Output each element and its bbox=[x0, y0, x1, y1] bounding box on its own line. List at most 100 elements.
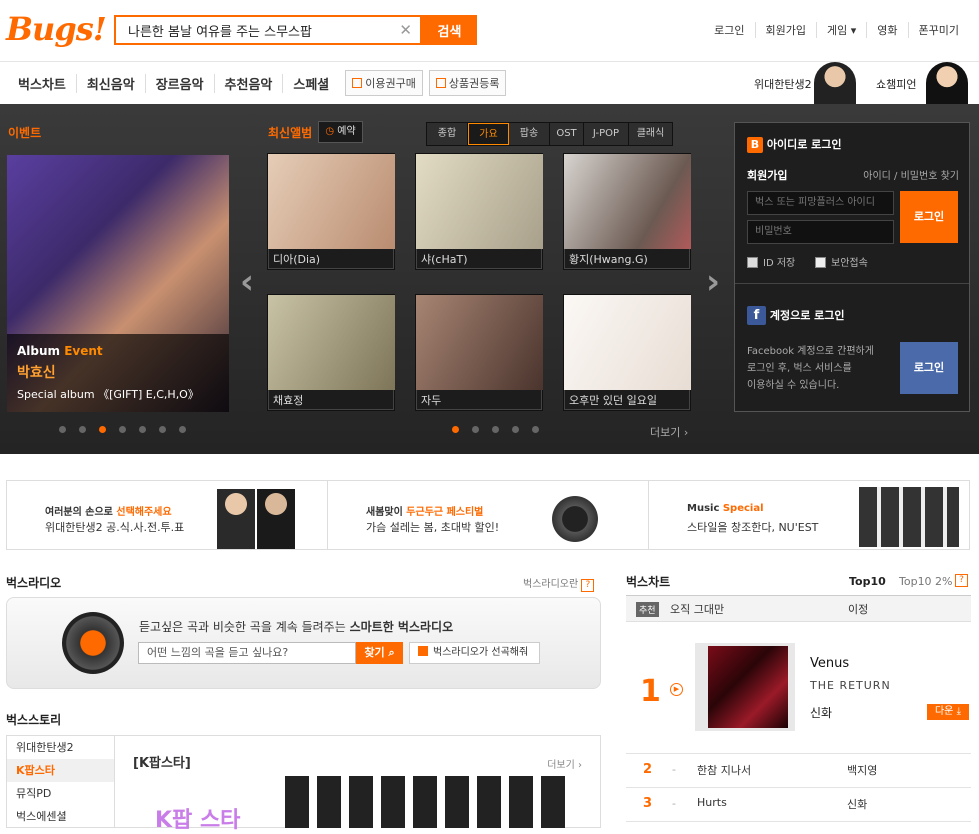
util-nav: 로그인 회원가입 게임 ▾ 영화 폰꾸미기 bbox=[704, 22, 969, 38]
recommend-song[interactable]: 오직 그대만 bbox=[670, 601, 724, 617]
search-button[interactable]: 검색 bbox=[422, 15, 477, 45]
buy-pass-label: 이용권구매 bbox=[365, 77, 416, 90]
page-dot[interactable] bbox=[139, 426, 146, 433]
bugs-logo[interactable]: Bugs! bbox=[6, 10, 107, 48]
chart-artist[interactable]: 신화 bbox=[847, 796, 867, 812]
gift-card-button[interactable]: 상품권등록 bbox=[428, 70, 507, 96]
download-button[interactable]: 다운 ⤓ bbox=[927, 704, 969, 720]
album-card[interactable]: 샤(cHaT) bbox=[415, 153, 543, 270]
movie-link[interactable]: 영화 bbox=[866, 22, 907, 38]
help-icon[interactable]: ? bbox=[955, 574, 968, 587]
password-input[interactable]: 비밀번호 bbox=[747, 220, 894, 244]
phone-deco-link[interactable]: 폰꾸미기 bbox=[907, 22, 969, 38]
album-card[interactable]: 오후만 있던 일요일 bbox=[563, 294, 691, 411]
chart-recommend-row[interactable]: 추천 오직 그대만 이정 bbox=[626, 595, 971, 622]
album-card[interactable]: 채효정 bbox=[267, 294, 395, 411]
nav-bugs-chart[interactable]: 벅스차트 bbox=[8, 73, 77, 93]
event-banner[interactable]: Album Event 박효신 Special album 《[GIFT] E,… bbox=[7, 155, 229, 412]
event-caption: Album Event 박효신 Special album 《[GIFT] E,… bbox=[7, 334, 229, 412]
promo-label-2[interactable]: 쇼챔피언 bbox=[876, 76, 916, 92]
page-dot[interactable] bbox=[179, 426, 186, 433]
chart-rank: 2 bbox=[643, 762, 653, 777]
album-card[interactable]: 자두 bbox=[415, 294, 543, 411]
login-link[interactable]: 로그인 bbox=[704, 22, 754, 38]
chart-tab-top10-2[interactable]: Top10 2% bbox=[899, 575, 953, 588]
kpopstar-banner-text: K팝 스타 bbox=[155, 808, 241, 833]
page-dot[interactable] bbox=[59, 426, 66, 433]
chart-first-song[interactable]: Venus bbox=[810, 656, 849, 671]
story-menu-item[interactable]: 위대한탄생2 bbox=[7, 736, 114, 759]
page-dot-active[interactable] bbox=[452, 426, 459, 433]
facebook-login-button[interactable]: 로그인 bbox=[900, 342, 958, 394]
chart-tab-top10[interactable]: Top10 bbox=[849, 575, 886, 588]
clear-icon[interactable]: ✕ bbox=[399, 21, 412, 39]
page-dot[interactable] bbox=[119, 426, 126, 433]
page-dot-active[interactable] bbox=[99, 426, 106, 433]
tab-pop[interactable]: 팝송 bbox=[509, 123, 550, 145]
signup-link[interactable]: 회원가입 bbox=[747, 167, 787, 183]
album-card[interactable]: 황지(Hwang.G) bbox=[563, 153, 691, 270]
chart-artist[interactable]: 백지영 bbox=[847, 762, 877, 778]
radio-search-input[interactable]: 어떤 느낌의 곡을 듣고 싶나요? bbox=[138, 642, 356, 664]
chart-first-artist[interactable]: 신화 bbox=[810, 704, 832, 721]
find-account-link[interactable]: 아이디 / 비밀번호 찾기 bbox=[863, 167, 959, 182]
tab-ost[interactable]: OST bbox=[550, 123, 584, 145]
chart-row[interactable]: 2 - 한참 지나서 백지영 bbox=[626, 754, 971, 787]
tab-kpop[interactable]: 가요 bbox=[468, 123, 509, 145]
recommend-artist[interactable]: 이정 bbox=[848, 601, 868, 617]
chart-song[interactable]: Hurts bbox=[697, 796, 727, 809]
nav-latest-music[interactable]: 최신음악 bbox=[77, 73, 146, 93]
story-menu-item[interactable]: 벅스에센셜 bbox=[7, 805, 114, 828]
story-more-link[interactable]: 더보기 › bbox=[547, 756, 582, 771]
fb-desc-line: Facebook 계정으로 간편하게 bbox=[747, 346, 874, 357]
nav-special[interactable]: 스페셜 bbox=[283, 74, 339, 93]
search-icon: ⌕ bbox=[388, 646, 395, 659]
page-dot[interactable] bbox=[532, 426, 539, 433]
search-input[interactable] bbox=[116, 17, 386, 43]
fb-desc-line: 로그인 후, 벅스 서비스를 bbox=[747, 363, 852, 374]
buy-pass-button[interactable]: 이용권구매 bbox=[345, 70, 423, 96]
banner-festival[interactable]: 새봄맞이 두근두근 페스티벌 가슴 설레는 봄, 초대박 할인! bbox=[328, 481, 649, 549]
prev-arrow-icon[interactable]: ‹ bbox=[240, 262, 254, 302]
album-cover-frame[interactable] bbox=[695, 643, 795, 731]
album-card[interactable]: 디아(Dia) bbox=[267, 153, 395, 270]
game-link[interactable]: 게임 ▾ bbox=[816, 22, 866, 38]
play-icon[interactable]: ▶ bbox=[670, 683, 683, 696]
story-content: [K팝스타] 더보기 › K팝 스타 bbox=[114, 735, 601, 833]
save-id-checkbox[interactable]: ID 저장 bbox=[747, 254, 795, 269]
story-menu-item[interactable]: 뮤직PD bbox=[7, 782, 114, 805]
next-arrow-icon[interactable]: › bbox=[706, 262, 720, 302]
nav-genre-music[interactable]: 장르음악 bbox=[146, 73, 215, 93]
tab-jpop[interactable]: J-POP bbox=[584, 123, 629, 145]
latest-albums-label: 최신앨범 bbox=[268, 126, 313, 140]
login-button[interactable]: 로그인 bbox=[900, 191, 958, 243]
banner-music-special[interactable]: Music Special 스타일을 창조한다, NU'EST bbox=[649, 481, 969, 549]
banner-vote[interactable]: 여러분의 손으로 선택해주세요 위대한탄생2 공.식.사.전.투.표 bbox=[7, 481, 328, 549]
chart-first-album[interactable]: THE RETURN bbox=[810, 679, 891, 692]
nav-recommended-music[interactable]: 추천음악 bbox=[215, 73, 284, 93]
promo-label-1[interactable]: 위대한탄생2 bbox=[754, 76, 812, 92]
radio-about-link[interactable]: 벅스라디오란 ? bbox=[523, 575, 595, 592]
page-dot[interactable] bbox=[512, 426, 519, 433]
page-dot[interactable] bbox=[492, 426, 499, 433]
chart-row[interactable]: 3 - Hurts 신화 bbox=[626, 788, 971, 821]
story-menu-item-active[interactable]: K팝스타 bbox=[7, 759, 114, 782]
page-dot[interactable] bbox=[79, 426, 86, 433]
page-dot[interactable] bbox=[159, 426, 166, 433]
albums-more-link[interactable]: 더보기 › bbox=[650, 424, 688, 440]
reserve-button[interactable]: ◷ 예약 bbox=[318, 121, 363, 143]
tab-all[interactable]: 종합 bbox=[427, 123, 468, 145]
id-input[interactable]: 벅스 또는 피망플러스 아이디 bbox=[747, 191, 894, 215]
radio-pick-button[interactable]: 벅스라디오가 선곡해줘 bbox=[409, 642, 540, 664]
event-caption-prefix: Album bbox=[17, 344, 61, 358]
play-icon bbox=[418, 646, 428, 656]
radio-find-button[interactable]: 찾기 ⌕ bbox=[356, 642, 403, 664]
album-title: 디아(Dia) bbox=[273, 253, 321, 266]
signup-link[interactable]: 회원가입 bbox=[754, 22, 816, 38]
chart-song[interactable]: 한참 지나서 bbox=[697, 762, 751, 778]
secure-login-checkbox[interactable]: 보안접속 bbox=[815, 254, 868, 269]
tab-classic[interactable]: 클래식 bbox=[629, 123, 672, 145]
album-title: 채효정 bbox=[273, 394, 304, 407]
page-dot[interactable] bbox=[472, 426, 479, 433]
nav-promo[interactable]: 위대한탄생2 쇼챔피언 bbox=[754, 62, 979, 104]
